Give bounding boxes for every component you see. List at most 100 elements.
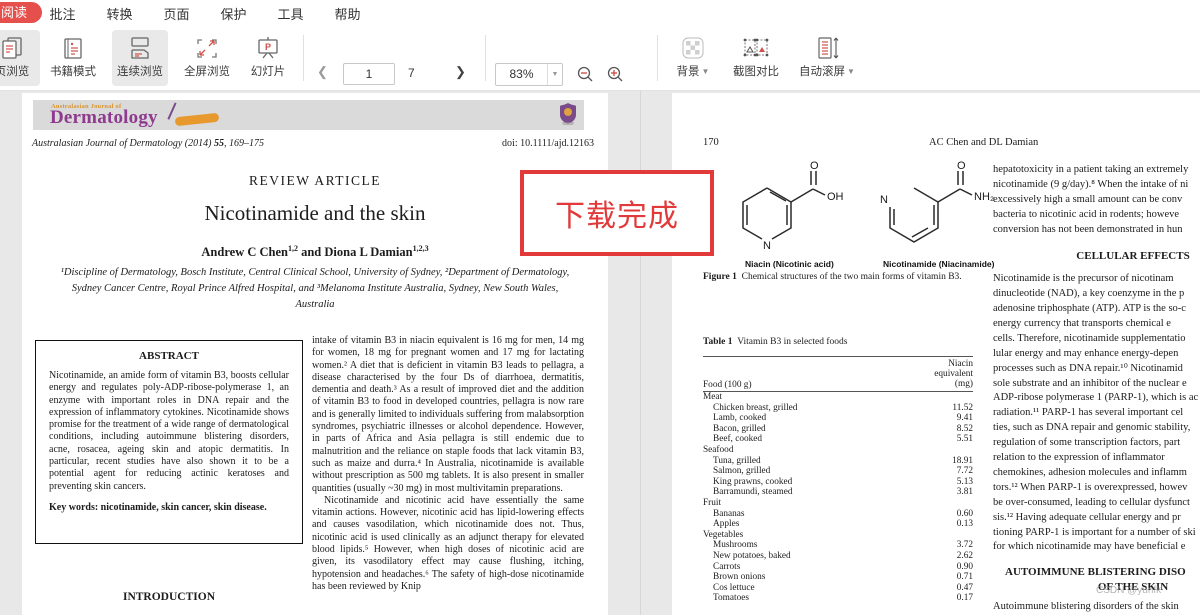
table-row: Apples 0.13 (703, 519, 973, 530)
table-row: Bananas 0.60 (703, 509, 973, 520)
menu-item-convert[interactable]: 转换 (91, 4, 148, 23)
slideshow-label: 幻灯片 (250, 66, 286, 78)
background-button[interactable]: 背景 ▼ (665, 30, 721, 86)
autoimmune-heading-line1: AUTOIMMUNE BLISTERING DISO (1005, 566, 1186, 579)
food-cell: Brown onions (713, 572, 766, 583)
text-line: energy currency that transports chemical… (993, 318, 1171, 330)
text-line: ties, such as DNA repair and genomic sta… (993, 422, 1191, 434)
menu-item-annotate[interactable]: 批注 (34, 4, 91, 23)
screenshot-compare-label: 截图对比 (733, 66, 779, 78)
table-row: King prawns, cooked 5.13 (703, 477, 973, 488)
menu-item-help[interactable]: 帮助 (319, 4, 376, 23)
figure-caption: Figure 1 Chemical structures of the two … (703, 272, 962, 282)
table-header: Food (100 g) Niacin equivalent (mg) (703, 357, 973, 391)
chevron-down-icon: ▼ (847, 67, 855, 76)
abstract-box: ABSTRACT Nicotinamide, an amide form of … (35, 340, 303, 544)
text-line: cells. Therefore, nicotinamide supplemen… (993, 332, 1186, 344)
food-cell: Chicken breast, grilled (713, 402, 798, 413)
text-line: sole substrate and an inhibitor of the n… (993, 377, 1187, 389)
table-row: Vegetables (703, 530, 973, 541)
pdf-page-170: 170 AC Chen and DL Damian O OH N Niacin … (672, 93, 1200, 615)
food-column-header: Food (100 g) (703, 380, 752, 390)
text-line: ADP-ribose polymerase 1 (PARP-1), which … (993, 392, 1199, 404)
zoom-level-dropdown[interactable]: 83% ▼ (495, 63, 563, 86)
text-block: Autoimmune blistering disorders of the s… (993, 600, 1200, 615)
auto-scroll-button[interactable]: 自动滚屏 ▼ (795, 30, 859, 86)
food-cell: Meat (703, 392, 723, 402)
table-row: New potatoes, baked 2.62 (703, 551, 973, 562)
pdf-reader-window: 阅读 批注 转换 页面 保护 工具 帮助 页浏览 书籍模式 连续浏览 全屏浏览 … (0, 0, 1200, 615)
table-row: Tomatoes 0.17 (703, 593, 973, 604)
logo-needle-graphic (167, 102, 177, 120)
book-mode-icon (60, 35, 86, 61)
page-number: 170 (703, 137, 719, 148)
body-paragraph: Nicotinamide and nicotinic acid have ess… (312, 494, 584, 592)
niacin-value-cell: 9.41 (956, 413, 973, 424)
table-caption: Table 1 Vitamin B3 in selected foods (703, 337, 848, 347)
screenshot-compare-button[interactable]: 截图对比 (725, 30, 787, 86)
download-complete-text: 下载完成 (555, 200, 679, 233)
svg-text:N: N (763, 240, 771, 252)
toolbar: 页浏览 书籍模式 连续浏览 全屏浏览 P 幻灯片 ❮ 1 7 ❯ 83% ▼ 背… (0, 27, 1200, 115)
text-block: Nicotinamide is the precursor of nicotin… (993, 272, 1200, 510)
continuous-view-button[interactable]: 连续浏览 (112, 30, 168, 86)
niacin-value-cell: 0.90 (956, 561, 973, 572)
table-body: Meat Chicken breast, grilled 11.52 Lamb,… (703, 392, 973, 604)
menu-item-tools[interactable]: 工具 (262, 4, 319, 23)
background-icon (680, 35, 706, 61)
next-page-icon[interactable]: ❯ (455, 64, 466, 80)
food-cell: Salmon, grilled (713, 466, 771, 477)
college-crest-logo (558, 102, 578, 126)
text-line: be over-consumed, leading to cellular dy… (993, 496, 1190, 508)
prev-page-icon[interactable]: ❮ (317, 64, 328, 80)
text-block: hepatotoxicity in a patient taking an ex… (993, 163, 1200, 237)
citation-line: Australasian Journal of Dermatology (201… (32, 138, 594, 149)
page-view-label: 页浏览 (0, 66, 30, 78)
auto-scroll-label: 自动滚屏 ▼ (799, 66, 855, 78)
zoom-out-button[interactable] (574, 63, 596, 85)
zoom-in-button[interactable] (604, 63, 626, 85)
page-total-label: 7 (408, 66, 415, 80)
niacin-value-cell: 5.51 (956, 434, 973, 445)
table-row: Seafood (703, 445, 973, 456)
food-cell: Bananas (713, 508, 745, 519)
background-label: 背景 ▼ (676, 66, 710, 78)
journal-logo: Dermatology (50, 107, 158, 128)
table-row: Beef, cooked 5.51 (703, 434, 973, 445)
menu-bar: 阅读 批注 转换 页面 保护 工具 帮助 (0, 0, 1200, 27)
food-cell: Bacon, grilled (713, 423, 766, 434)
body-paragraph: intake of vitamin B3 in niacin equivalen… (312, 335, 584, 494)
running-head: AC Chen and DL Damian (929, 137, 1039, 148)
niacin-value-cell: 8.52 (956, 423, 973, 434)
abstract-heading: ABSTRACT (139, 350, 199, 362)
table-row: Mushrooms 3.72 (703, 540, 973, 551)
food-cell: New potatoes, baked (713, 550, 791, 561)
book-mode-button[interactable]: 书籍模式 (45, 30, 101, 86)
table-row: Cos lettuce 0.47 (703, 583, 973, 594)
page-view-button[interactable]: 页浏览 (0, 30, 40, 86)
niacin-value-cell: 0.60 (956, 508, 973, 519)
text-line: chemokines, adhesion molecules and infla… (993, 466, 1187, 478)
nh2-atom: NH₂ (974, 191, 994, 203)
fullscreen-button[interactable]: 全屏浏览 (179, 30, 235, 86)
niacin-value-cell: 0.13 (956, 519, 973, 530)
svg-text:O: O (810, 160, 819, 172)
niacin-value-cell: 2.62 (956, 550, 973, 561)
niacin-label: Niacin (Nicotinic acid) (745, 259, 834, 269)
toolbar-separator (303, 35, 304, 81)
svg-text:OH: OH (827, 191, 844, 203)
menu-item-protect[interactable]: 保护 (205, 4, 262, 23)
text-line: nicotinamide (9 g/day).⁸ When the intake… (993, 178, 1189, 190)
fullscreen-label: 全屏浏览 (184, 66, 230, 78)
table-row: Salmon, grilled 7.72 (703, 466, 973, 477)
svg-text:O: O (957, 160, 966, 172)
niacin-value-cell: 11.52 (952, 402, 973, 413)
text-line: dinucleotide (NAD), a key coenzyme in th… (993, 288, 1185, 300)
fullscreen-icon (194, 35, 220, 61)
food-cell: Apples (713, 519, 740, 530)
menu-item-page[interactable]: 页面 (148, 4, 205, 23)
niacin-value-cell: 18.91 (952, 455, 973, 466)
text-line: processes such as DNA repair.¹⁰ Nicotina… (993, 362, 1183, 374)
page-number-input[interactable] (343, 63, 395, 85)
slideshow-button[interactable]: P 幻灯片 (240, 30, 296, 86)
